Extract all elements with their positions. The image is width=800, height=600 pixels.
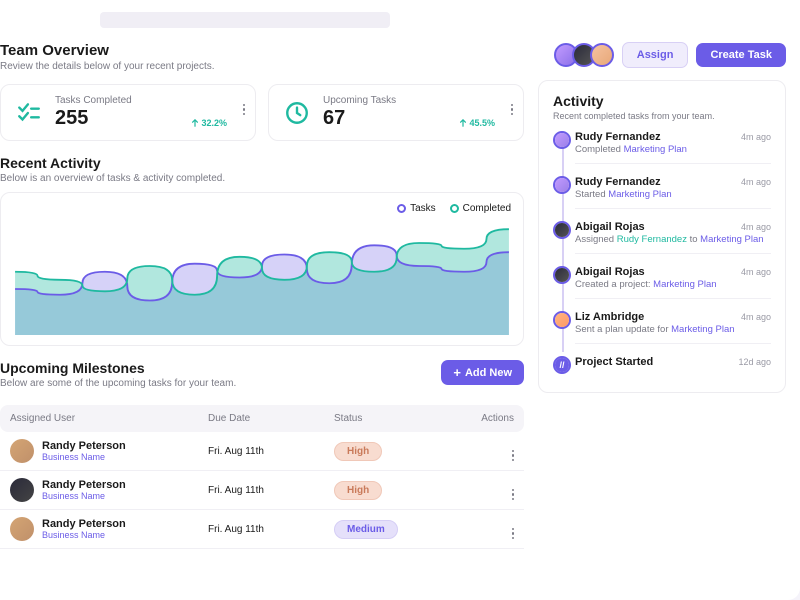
card-menu-icon[interactable] [511,95,514,115]
arrow-up-icon [459,119,467,127]
status-badge: Medium [334,520,398,539]
legend-completed[interactable]: Completed [450,203,511,214]
user-name: Randy Peterson [42,440,126,452]
col-due: Due Date [208,413,334,424]
stat-delta: 45.5% [459,118,495,128]
activity-item: // Project Started 12d ago [575,356,771,368]
table-row[interactable]: Randy Peterson Business Name Fri. Aug 11… [0,471,524,510]
activity-description: Created a project: Marketing Plan [575,279,771,290]
due-date: Fri. Aug 11th [208,485,334,496]
timeline-avatar: // [553,356,571,374]
stat-delta: 32.2% [191,118,227,128]
legend-dot-icon [450,204,459,213]
activity-item: Abigail Rojas 4m ago Assigned Rudy Ferna… [575,221,771,254]
user-sub: Business Name [42,452,126,462]
arrow-up-icon [191,119,199,127]
activity-description: Assigned Rudy Fernandez to Marketing Pla… [575,234,771,245]
milestones-title: Upcoming Milestones [0,360,236,376]
due-date: Fri. Aug 11th [208,446,334,457]
activity-user-name: Abigail Rojas [575,266,645,278]
stat-label: Upcoming Tasks [323,95,511,106]
activity-item: Abigail Rojas 4m ago Created a project: … [575,266,771,299]
activity-title: Activity [553,93,771,109]
card-menu-icon[interactable] [243,95,246,115]
activity-user-name: Abigail Rojas [575,221,645,233]
activity-description: Completed Marketing Plan [575,144,771,155]
activity-item: Rudy Fernandez 4m ago Started Marketing … [575,176,771,209]
add-new-button[interactable]: + Add New [441,360,524,385]
user-name: Randy Peterson [42,479,126,491]
activity-time: 4m ago [741,312,771,322]
activity-user-name: Rudy Fernandez [575,176,661,188]
avatar [10,439,34,463]
timeline-avatar [553,311,571,329]
activity-user-name: Liz Ambridge [575,311,644,323]
table-row[interactable]: Randy Peterson Business Name Fri. Aug 11… [0,510,524,549]
upcoming-tasks-card: Upcoming Tasks 67 45.5% [268,84,524,141]
activity-description: Started Marketing Plan [575,189,771,200]
row-actions-icon[interactable] [442,441,514,461]
recent-activity-subtitle: Below is an overview of tasks & activity… [0,173,524,184]
tasks-completed-card: Tasks Completed 255 32.2% [0,84,256,141]
due-date: Fri. Aug 11th [208,524,334,535]
activity-item: Rudy Fernandez 4m ago Completed Marketin… [575,131,771,164]
create-task-button[interactable]: Create Task [696,43,786,67]
activity-time: 4m ago [741,267,771,277]
plus-icon: + [453,366,461,379]
checklist-icon [13,97,45,129]
legend-dot-icon [397,204,406,213]
col-status: Status [334,413,442,424]
col-actions: Actions [442,413,514,424]
status-badge: High [334,481,382,500]
activity-user-name: Project Started [575,356,653,368]
page-title: Team Overview [0,42,215,59]
row-actions-icon[interactable] [442,480,514,500]
col-user: Assigned User [10,413,208,424]
timeline-avatar [553,221,571,239]
activity-time: 4m ago [741,132,771,142]
row-actions-icon[interactable] [442,519,514,539]
activity-subtitle: Recent completed tasks from your team. [553,111,771,121]
assign-button[interactable]: Assign [622,42,689,68]
clock-icon [281,97,313,129]
user-name: Randy Peterson [42,518,126,530]
team-avatar-group[interactable] [560,43,614,67]
activity-time: 4m ago [741,222,771,232]
activity-item: Liz Ambridge 4m ago Sent a plan update f… [575,311,771,344]
activity-time: 12d ago [738,357,771,367]
search-placeholder-bar [100,12,390,28]
milestones-subtitle: Below are some of the upcoming tasks for… [0,378,236,389]
user-sub: Business Name [42,491,126,501]
activity-description: Sent a plan update for Marketing Plan [575,324,771,335]
legend-tasks[interactable]: Tasks [397,203,436,214]
avatar [10,517,34,541]
page-subtitle: Review the details below of your recent … [0,61,215,72]
avatar[interactable] [590,43,614,67]
user-sub: Business Name [42,530,126,540]
timeline-avatar [553,266,571,284]
status-badge: High [334,442,382,461]
activity-panel: Activity Recent completed tasks from you… [538,80,786,393]
activity-user-name: Rudy Fernandez [575,131,661,143]
stat-label: Tasks Completed [55,95,243,106]
activity-time: 4m ago [741,177,771,187]
avatar [10,478,34,502]
timeline-avatar [553,131,571,149]
timeline-avatar [553,176,571,194]
activity-chart [13,220,511,335]
recent-activity-title: Recent Activity [0,155,524,171]
activity-chart-card: Tasks Completed [0,192,524,346]
milestones-table-header: Assigned User Due Date Status Actions [0,405,524,432]
table-row[interactable]: Randy Peterson Business Name Fri. Aug 11… [0,432,524,471]
